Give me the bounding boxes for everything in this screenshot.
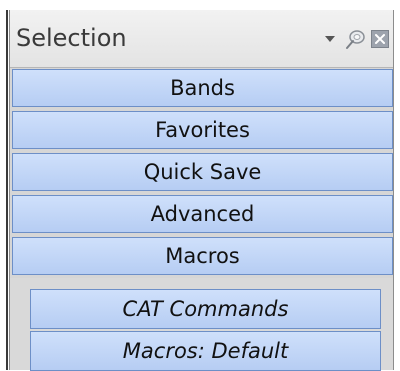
quick-save-button[interactable]: Quick Save bbox=[12, 153, 393, 191]
macros-default-button[interactable]: Macros: Default bbox=[30, 331, 381, 371]
advanced-button[interactable]: Advanced bbox=[12, 195, 393, 233]
left-border bbox=[0, 0, 9, 370]
cat-commands-button[interactable]: CAT Commands bbox=[30, 289, 381, 329]
pin-icon[interactable] bbox=[343, 27, 367, 51]
chevron-down-icon[interactable] bbox=[321, 29, 339, 49]
panel-title: Selection bbox=[16, 24, 127, 52]
close-icon[interactable] bbox=[371, 30, 389, 48]
favorites-button[interactable]: Favorites bbox=[12, 111, 393, 149]
macros-button[interactable]: Macros bbox=[12, 237, 393, 275]
bands-button[interactable]: Bands bbox=[12, 69, 393, 107]
title-controls bbox=[321, 27, 389, 51]
panel-titlebar: Selection bbox=[10, 10, 393, 68]
selection-panel: Selection Bands Favorites Quick Save Adv… bbox=[0, 0, 400, 371]
